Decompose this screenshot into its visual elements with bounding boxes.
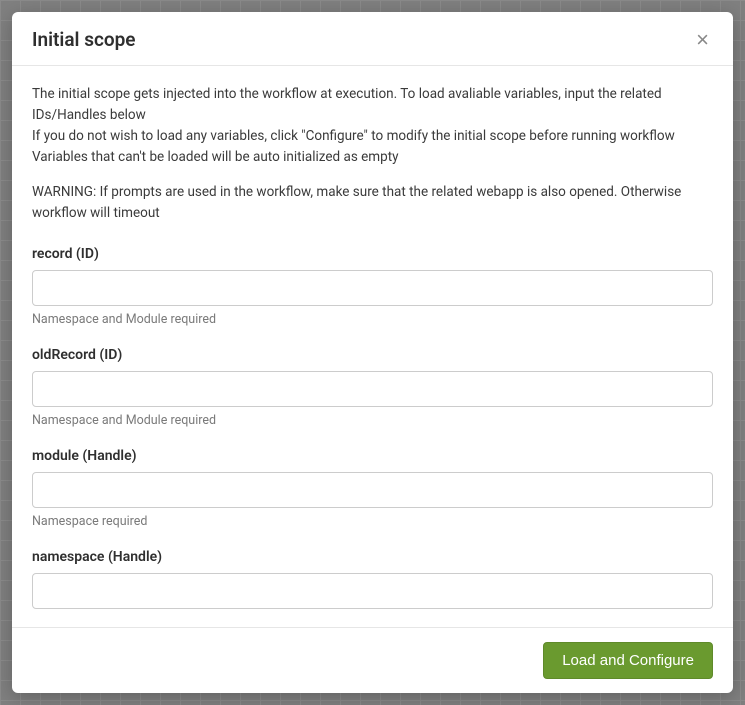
modal-body: The initial scope gets injected into the…	[12, 66, 733, 627]
modal-footer: Load and Configure	[12, 627, 733, 693]
warning-text: WARNING: If prompts are used in the work…	[32, 182, 713, 224]
modal-title: Initial scope	[32, 28, 136, 51]
intro-line-1: The initial scope gets injected into the…	[32, 84, 713, 126]
intro-line-3: Variables that can't be loaded will be a…	[32, 147, 713, 168]
old-record-input[interactable]	[32, 371, 713, 407]
old-record-label: oldRecord (ID)	[32, 347, 713, 363]
record-input[interactable]	[32, 270, 713, 306]
field-old-record: oldRecord (ID) Namespace and Module requ…	[32, 347, 713, 428]
record-label: record (ID)	[32, 246, 713, 262]
namespace-input[interactable]	[32, 573, 713, 609]
module-hint: Namespace required	[32, 514, 713, 529]
field-record: record (ID) Namespace and Module require…	[32, 246, 713, 327]
field-namespace: namespace (Handle)	[32, 549, 713, 609]
initial-scope-modal: Initial scope × The initial scope gets i…	[12, 12, 733, 693]
close-icon[interactable]: ×	[692, 29, 713, 51]
old-record-hint: Namespace and Module required	[32, 413, 713, 428]
record-hint: Namespace and Module required	[32, 312, 713, 327]
intro-text: The initial scope gets injected into the…	[32, 84, 713, 168]
load-and-configure-button[interactable]: Load and Configure	[543, 642, 713, 679]
module-label: module (Handle)	[32, 448, 713, 464]
module-input[interactable]	[32, 472, 713, 508]
namespace-label: namespace (Handle)	[32, 549, 713, 565]
intro-line-2: If you do not wish to load any variables…	[32, 126, 713, 147]
field-module: module (Handle) Namespace required	[32, 448, 713, 529]
modal-header: Initial scope ×	[12, 12, 733, 66]
